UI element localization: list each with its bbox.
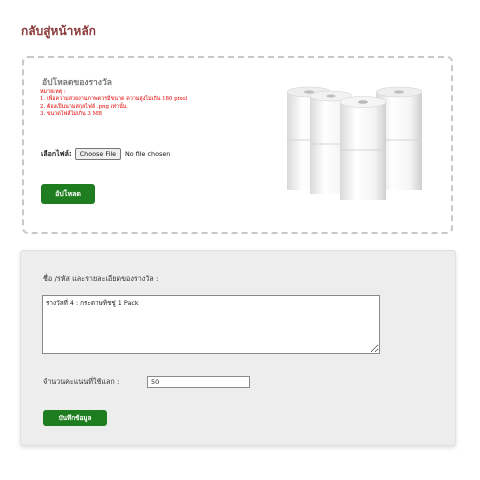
note-line: 3. ขนาดไฟล์ไม่เกิน 3 MB: [40, 111, 102, 118]
note-line: 1. เพื่อความสวยงามภาพควรมีขนาด ความสูงไม…: [40, 96, 188, 103]
reward-name-textarea[interactable]: รางวัลที่ 4 : กระดาษทิชชู่ 1 Pack: [42, 295, 380, 354]
upload-section: อัปโหลดของรางวัล หมายเหตุ : 1. เพื่อความ…: [22, 56, 453, 234]
paper-towel-rolls-image: [286, 86, 423, 200]
file-picker-row: เลือกไฟล์: Choose File No file chosen: [41, 148, 170, 160]
save-button[interactable]: บันทึกข้อมูล: [43, 410, 107, 426]
upload-button[interactable]: อัปโหลด: [41, 184, 95, 204]
file-label: เลือกไฟล์:: [41, 149, 72, 158]
back-to-home-link[interactable]: กลับสู่หน้าหลัก: [21, 22, 96, 41]
upload-title: อัปโหลดของรางวัล: [42, 78, 112, 88]
file-status: No file chosen: [125, 150, 171, 158]
points-label: จำนวนคะแนนที่ใช้แลก :: [43, 377, 120, 386]
reward-name-label: ชื่อ /รหัส และรายละเอียดของรางวัล :: [43, 274, 159, 283]
upload-note: หมายเหตุ : 1. เพื่อความสวยงามภาพควรมีขนา…: [40, 89, 187, 119]
reward-details-panel: ชื่อ /รหัส และรายละเอียดของรางวัล : รางว…: [20, 250, 456, 446]
points-input[interactable]: [147, 376, 250, 388]
choose-file-button[interactable]: Choose File: [74, 148, 122, 160]
